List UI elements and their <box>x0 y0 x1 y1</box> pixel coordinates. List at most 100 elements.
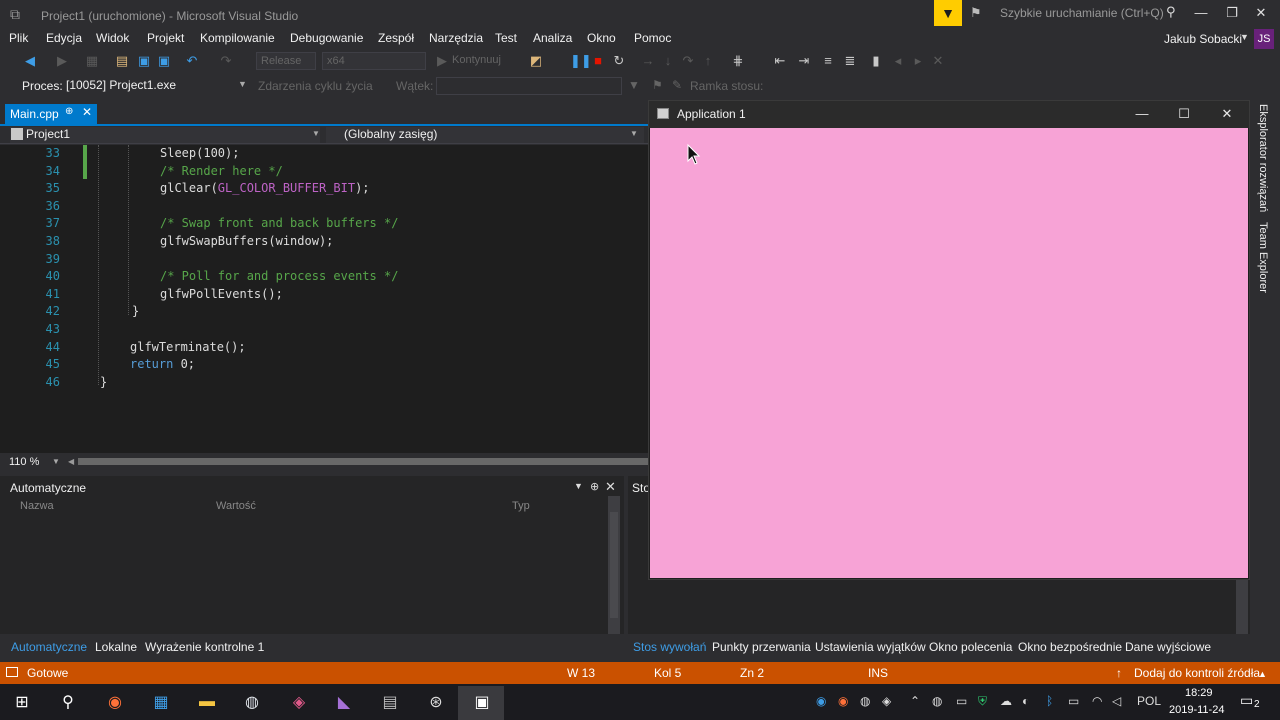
process-select[interactable]: [10052] Project1.exe <box>62 77 250 95</box>
attach-icon[interactable]: ◩ <box>528 52 544 70</box>
steam-icon[interactable]: ◍ <box>240 690 264 714</box>
menu-file[interactable]: Plik <box>9 31 28 45</box>
display-icon[interactable]: ▭ <box>1068 694 1079 708</box>
tab-solution-explorer[interactable]: Eksplorator rozwiązań <box>1257 104 1269 212</box>
new-project-icon[interactable]: ▦ <box>84 52 100 70</box>
tab-team-explorer[interactable]: Team Explorer <box>1257 222 1269 293</box>
bluetooth-icon[interactable]: ᛒ <box>1046 694 1053 708</box>
restart-icon[interactable]: ↻ <box>611 52 627 70</box>
tab-watch-1[interactable]: Wyrażenie kontrolne 1 <box>145 640 264 654</box>
clock-time[interactable]: 18:29 <box>1185 687 1213 699</box>
chevron-down-icon[interactable]: ▼ <box>630 129 638 138</box>
menu-team[interactable]: Zespół <box>378 31 414 45</box>
tray-icon[interactable]: ◈ <box>882 694 891 708</box>
show-hidden-icons-icon[interactable]: ⌃ <box>910 694 920 708</box>
tab-locals[interactable]: Lokalne <box>95 640 137 654</box>
menu-project[interactable]: Projekt <box>147 31 184 45</box>
zoom-level[interactable]: 110 % <box>9 456 39 468</box>
code-line[interactable]: 36 <box>0 198 648 216</box>
code-line[interactable]: 38 glfwSwapBuffers(window); <box>0 233 648 251</box>
vertical-scrollbar[interactable] <box>1236 578 1248 634</box>
code-line[interactable]: 34 /* Render here */ <box>0 163 648 181</box>
user-name[interactable]: Jakub Sobacki <box>1164 32 1242 46</box>
scrollbar-thumb[interactable] <box>610 512 618 618</box>
discord-icon[interactable]: ◈ <box>287 690 311 714</box>
configuration-select[interactable]: Release <box>256 52 316 70</box>
chevron-down-icon[interactable]: ▼ <box>1240 32 1249 42</box>
search-icon[interactable]: ⚲ <box>56 690 80 714</box>
application-task-icon[interactable]: ▣ <box>470 690 494 714</box>
file-explorer-icon[interactable]: ▬ <box>195 690 219 714</box>
tray-icon[interactable]: ◉ <box>816 694 826 708</box>
horizontal-scrollbar[interactable] <box>78 458 648 465</box>
next-bookmark-icon[interactable]: ▸ <box>910 52 926 70</box>
flag-threads-icon[interactable]: ⚑ <box>652 78 663 92</box>
feedback-filter-icon[interactable]: ▼ <box>934 0 962 26</box>
scope-select[interactable]: (Globalny zasięg) <box>326 127 644 143</box>
avatar[interactable]: JS <box>1254 29 1274 49</box>
app-minimize-button[interactable]: — <box>1127 104 1157 124</box>
step-over-icon[interactable]: ↷ <box>680 52 696 70</box>
lifecycle-events-select[interactable]: Zdarzenia cyklu życia <box>258 79 373 93</box>
outdent-icon[interactable]: ⇥ <box>796 52 812 70</box>
shield-icon[interactable]: ⛨ <box>978 694 987 709</box>
comment-icon[interactable]: ≡ <box>820 52 836 70</box>
show-flagged-icon[interactable]: ✎ <box>672 78 682 92</box>
language-indicator[interactable]: POL <box>1137 694 1161 708</box>
bookmark-icon[interactable]: ▮ <box>868 52 884 70</box>
clock-date[interactable]: 2019-11-24 <box>1169 704 1224 716</box>
chevron-down-icon[interactable]: ▼ <box>52 457 60 466</box>
continue-button[interactable]: Kontynuuj <box>452 54 501 66</box>
unity-icon[interactable]: ⊛ <box>424 690 448 714</box>
tab-immediate-window[interactable]: Okno bezpośrednie <box>1018 640 1122 654</box>
thread-select[interactable] <box>436 77 622 95</box>
tab-call-stack[interactable]: Stos wywołań <box>633 640 706 654</box>
pin-icon[interactable]: ⊕ <box>65 106 73 117</box>
wifi-icon[interactable]: ◠ <box>1092 694 1102 708</box>
step-into-icon[interactable]: ↓ <box>660 52 676 70</box>
project-select[interactable]: Project1 <box>10 127 320 143</box>
menu-analyze[interactable]: Analiza <box>533 31 572 45</box>
maximize-button[interactable]: ❐ <box>1219 4 1245 22</box>
code-line[interactable]: 45 return 0; <box>0 356 648 374</box>
notifications-icon[interactable]: ⚑ <box>970 5 982 21</box>
tab-autos[interactable]: Automatyczne <box>11 640 87 654</box>
tab-exception-settings[interactable]: Ustawienia wyjątków <box>815 640 926 654</box>
column-value[interactable]: Wartość <box>216 500 256 512</box>
chevron-down-icon[interactable]: ▼ <box>238 79 247 89</box>
pin-icon[interactable]: ⊕ <box>590 480 599 493</box>
undo-icon[interactable]: ↶ <box>184 52 200 70</box>
close-icon[interactable]: ✕ <box>82 105 92 119</box>
tray-icon[interactable]: ◍ <box>860 694 870 708</box>
forward-icon[interactable]: ▶ <box>54 52 70 70</box>
visual-studio-icon[interactable]: ◣ <box>332 690 356 714</box>
cloud-icon[interactable]: ☁ <box>1000 694 1012 708</box>
search-icon[interactable]: ⚲ <box>1166 4 1176 20</box>
close-button[interactable]: ✕ <box>1248 4 1274 22</box>
continue-icon[interactable]: ▶ <box>434 52 450 70</box>
code-line[interactable]: 37 /* Swap front and back buffers */ <box>0 215 648 233</box>
menu-view[interactable]: Widok <box>96 31 129 45</box>
firefox-icon[interactable]: ◉ <box>103 690 127 714</box>
menu-window[interactable]: Okno <box>587 31 616 45</box>
app-icon[interactable]: ▤ <box>378 690 402 714</box>
code-line[interactable]: 33 Sleep(100); <box>0 145 648 163</box>
stop-icon[interactable]: ■ <box>590 52 606 70</box>
redo-icon[interactable]: ↷ <box>218 52 234 70</box>
save-icon[interactable]: ▣ <box>136 52 152 70</box>
step-out-icon[interactable]: ↑ <box>700 52 716 70</box>
window-menu-icon[interactable]: ▼ <box>574 481 583 491</box>
quick-launch-input[interactable]: Szybkie uruchamianie (Ctrl+Q) <box>996 3 1186 23</box>
steam-tray-icon[interactable]: ◍ <box>932 694 942 708</box>
battery-icon[interactable]: ▭ <box>956 694 967 708</box>
indent-icon[interactable]: ⇤ <box>772 52 788 70</box>
back-icon[interactable]: ◀ <box>22 52 38 70</box>
code-line[interactable]: 42} <box>0 303 648 321</box>
opengl-canvas[interactable] <box>650 128 1248 578</box>
menu-edit[interactable]: Edycja <box>46 31 82 45</box>
windows-start-icon[interactable]: ⊞ <box>10 690 34 714</box>
menu-debug[interactable]: Debugowanie <box>290 31 363 45</box>
code-line[interactable]: 41 glfwPollEvents(); <box>0 286 648 304</box>
hex-display-icon[interactable]: ⋕ <box>730 52 746 70</box>
minimize-button[interactable]: — <box>1188 4 1214 22</box>
